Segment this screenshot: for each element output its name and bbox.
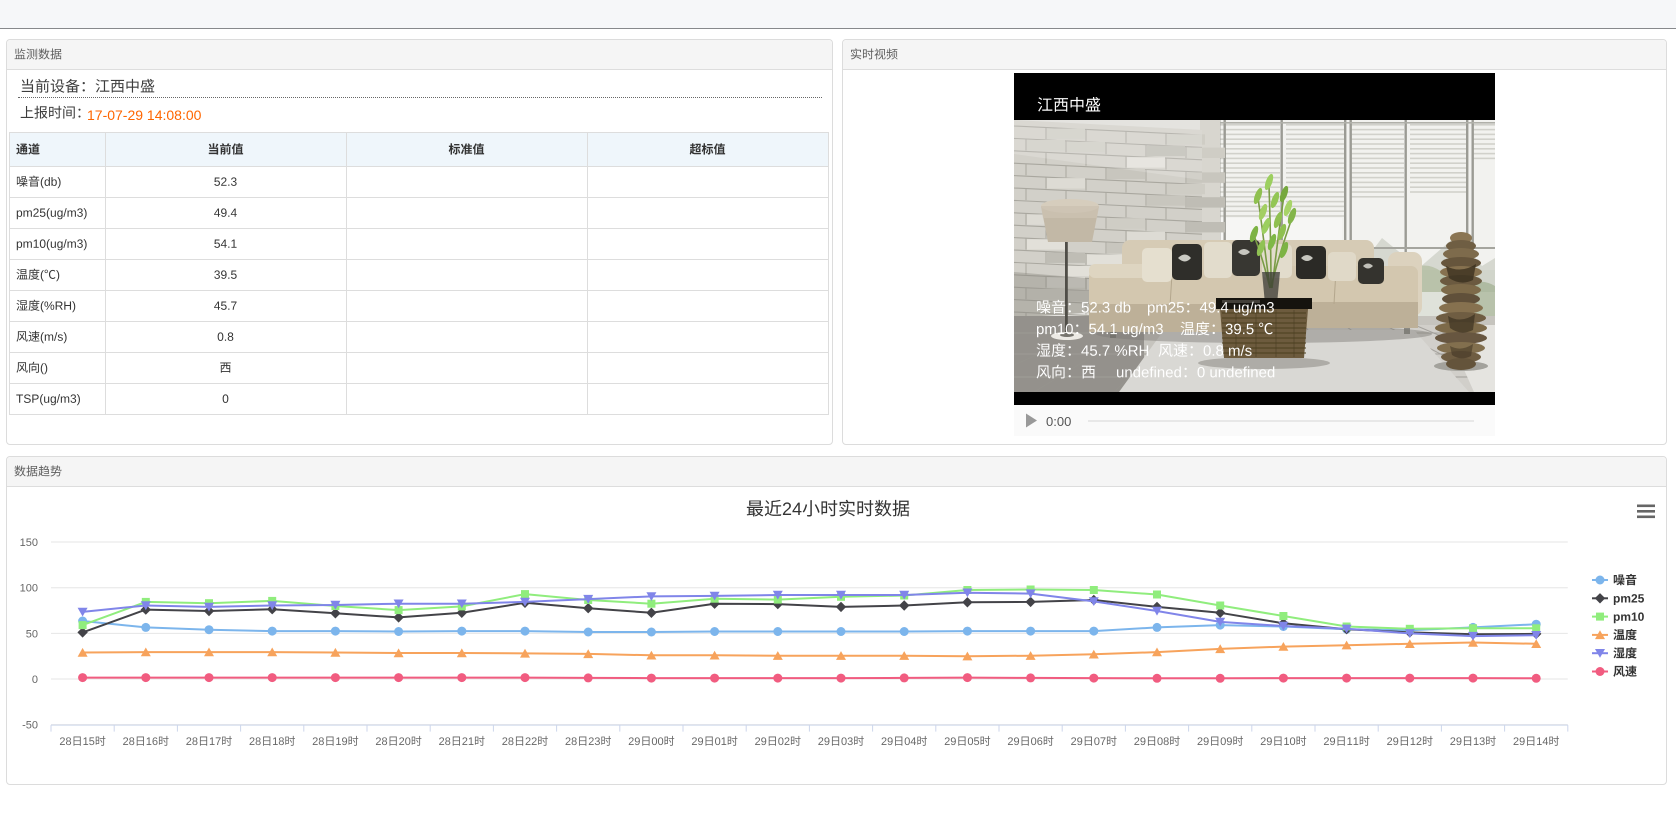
svg-text:0: 0 (32, 674, 38, 686)
svg-text:100: 100 (20, 583, 38, 595)
svg-text:50: 50 (26, 628, 38, 640)
svg-text:-50: -50 (22, 720, 38, 732)
svg-text:150: 150 (20, 537, 38, 549)
